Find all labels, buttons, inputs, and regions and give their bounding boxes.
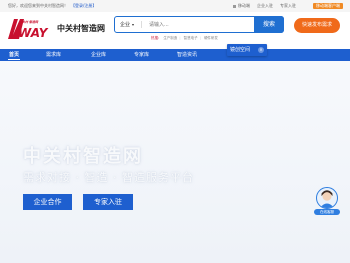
nav-item-demands[interactable]: 需求库 [46, 49, 61, 61]
login-link[interactable]: 【登录/注册】 [71, 3, 96, 8]
site-logo[interactable]: 中关村 智造网 WAY 中关村智造网 [8, 17, 105, 41]
nav-item-companies[interactable]: 企业库 [91, 49, 106, 61]
corp-entry-link[interactable]: 企业入驻 [257, 0, 273, 12]
expert-entry-link[interactable]: 专家入驻 [280, 0, 296, 12]
search-input[interactable] [149, 19, 249, 30]
search-box: 企业▾ 搜索 [114, 16, 284, 33]
search-button[interactable]: 搜索 [254, 16, 284, 33]
online-service-widget[interactable]: 在线客服 [314, 187, 340, 217]
greeting: 您好，欢迎您来到中关村智造网！ 【登录/注册】 [8, 3, 97, 8]
service-label: 在线客服 [314, 209, 340, 215]
nav-item-news[interactable]: 智造资讯 [177, 49, 197, 61]
search-divider [141, 21, 142, 28]
service-avatar-icon [316, 187, 338, 209]
nav-item-experts[interactable]: 专家库 [134, 49, 149, 61]
space-popup-label: 镜创空间 [230, 47, 251, 53]
space-popup[interactable]: 镜创空间 × [227, 44, 267, 56]
hero-banner: 中关村智造网 需求对接 · 智造 · 智造服务平台 企业合作 专家入驻 在线客服 [0, 61, 350, 263]
hot-item[interactable]: 智慧电子 [184, 36, 198, 40]
logo-brand: 中关村智造网 [57, 24, 105, 33]
hot-label: 热搜: [151, 36, 160, 40]
logo-way: WAY [18, 26, 48, 40]
expert-join-button[interactable]: 专家入驻 [83, 194, 133, 210]
close-icon[interactable]: × [258, 47, 264, 53]
banner-title: 中关村智造网 [23, 146, 143, 167]
hot-item[interactable]: 硬件研发 [204, 36, 218, 40]
chevron-down-icon: ▾ [132, 22, 135, 27]
logo-slogan: 中关村 智造网 [19, 20, 39, 24]
main-nav: 首页 需求库 企业库 专家库 智造资讯 [0, 49, 350, 61]
mobile-link[interactable]: 移动端 [233, 0, 250, 12]
hot-item[interactable]: 生产制造 [163, 36, 177, 40]
top-bar: 您好，欢迎您来到中关村智造网！ 【登录/注册】 移动端 企业入驻 专家入驻 移动端… [0, 0, 350, 12]
hot-searches: 热搜: 生产制造 | 智慧电子 | 硬件研发 [151, 36, 218, 40]
mobile-client-button[interactable]: 移动端客户端 [313, 3, 343, 9]
nav-active-indicator [8, 59, 20, 60]
search-scope-select[interactable]: 企业 ▾ [120, 17, 134, 32]
publish-demand-button[interactable]: 快速发布需求 [294, 18, 340, 33]
company-cooperation-button[interactable]: 企业合作 [23, 194, 72, 210]
banner-subtitle: 需求对接 · 智造 · 智造服务平台 [23, 171, 194, 184]
